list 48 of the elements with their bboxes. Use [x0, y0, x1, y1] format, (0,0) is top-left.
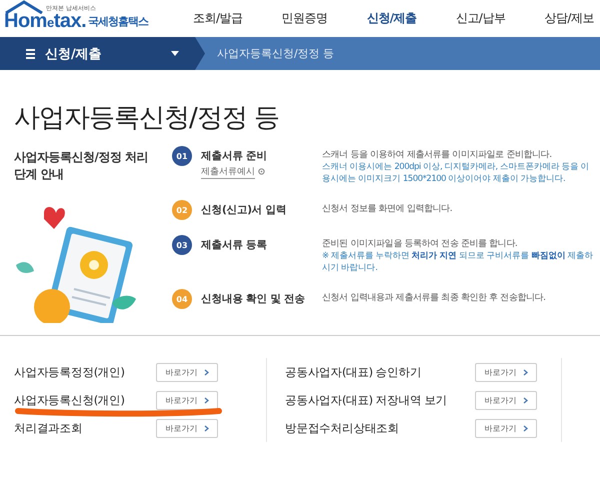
step-name: 제출서류 준비 — [201, 149, 268, 163]
menu-item[interactable]: 조회/발급 — [193, 10, 243, 27]
shortcut-button[interactable]: 바로가기 — [475, 390, 537, 410]
chevron-right-icon — [204, 368, 208, 376]
step-note: ※ 제출서류를 누락하면 처리가 지연 되므로 구비서류를 빠짐없이 제출하시기 바랍니다. — [322, 250, 594, 274]
step-description: 신청서 입력내용과 제출서류를 최종 확인한 후 전송합니다. — [322, 292, 547, 304]
menu-item[interactable]: 신청/제출 — [366, 10, 417, 27]
step-name: 신청(신고)서 입력 — [201, 203, 288, 217]
section-dropdown[interactable]: 신청/제출 — [0, 37, 205, 70]
menu-item[interactable]: 민원증명 — [282, 10, 328, 27]
service-name: 사업자등록정정(개인) — [14, 364, 126, 380]
step-description: 신청서 정보를 화면에 입력합니다. — [322, 203, 454, 215]
menu-icon — [26, 48, 35, 58]
menu-item[interactable]: 상담/제보 — [544, 10, 594, 27]
house-roof-icon — [4, 0, 44, 14]
step-number-badge: 04 — [172, 289, 192, 309]
service-name: 공동사업자(대표) 저장내역 보기 — [285, 392, 448, 408]
service-name: 처리결과조회 — [14, 420, 84, 436]
page-title: 사업자등록신청/정정 등 — [14, 102, 280, 135]
breadcrumb[interactable]: 사업자등록신청/정정 등 — [205, 46, 334, 61]
shortcut-button[interactable]: 바로가기 — [156, 390, 218, 410]
chevron-right-icon — [204, 396, 208, 404]
circle-dot-icon — [258, 168, 265, 174]
step-number-badge: 02 — [172, 200, 192, 220]
chevron-right-icon — [204, 424, 208, 432]
chevron-right-icon — [522, 396, 528, 404]
service-name: 사업자등록신청(개인) — [14, 392, 126, 408]
caret-icon — [171, 51, 179, 56]
example-link[interactable]: 제출서류예시 — [201, 165, 255, 179]
service-name: 방문접수처리상태조회 — [285, 420, 400, 436]
guide-title: 사업자등록신청/정정 처리단계 안내 — [14, 149, 149, 183]
step-note: 스캐너 이용시에는 200dpi 이상, 디지털카메라, 스마트폰카메라 등을 이용시에는 이미지크기 1500*2100 이상이어야 제출이 가능합니다. — [322, 161, 590, 185]
chevron-right-icon — [522, 368, 528, 376]
step-number-badge: 01 — [172, 146, 192, 166]
step-number-badge: 03 — [172, 235, 192, 255]
shortcut-button[interactable]: 바로가기 — [475, 418, 537, 438]
step-name: 제출서류 등록 — [201, 238, 268, 252]
chevron-right-icon — [522, 424, 528, 432]
shortcut-button[interactable]: 바로가기 — [156, 362, 218, 382]
shortcut-button[interactable]: 바로가기 — [156, 418, 218, 438]
logo-korean-name: 국세청홈택스 — [88, 14, 148, 29]
menu-item[interactable]: 신고/납부 — [456, 10, 506, 27]
shortcut-button[interactable]: 바로가기 — [475, 362, 537, 382]
step-name: 신청내용 확인 및 전송 — [201, 292, 306, 306]
logo-wordmark: Hometax. — [4, 10, 86, 33]
step-description: 준비된 이미지파일을 등록하여 전송 준비를 합니다. — [322, 238, 518, 250]
step-description: 스캐너 등을 이용하여 제출서류를 이미지파일로 준비합니다. — [322, 149, 553, 161]
service-name: 공동사업자(대표) 승인하기 — [285, 364, 422, 380]
